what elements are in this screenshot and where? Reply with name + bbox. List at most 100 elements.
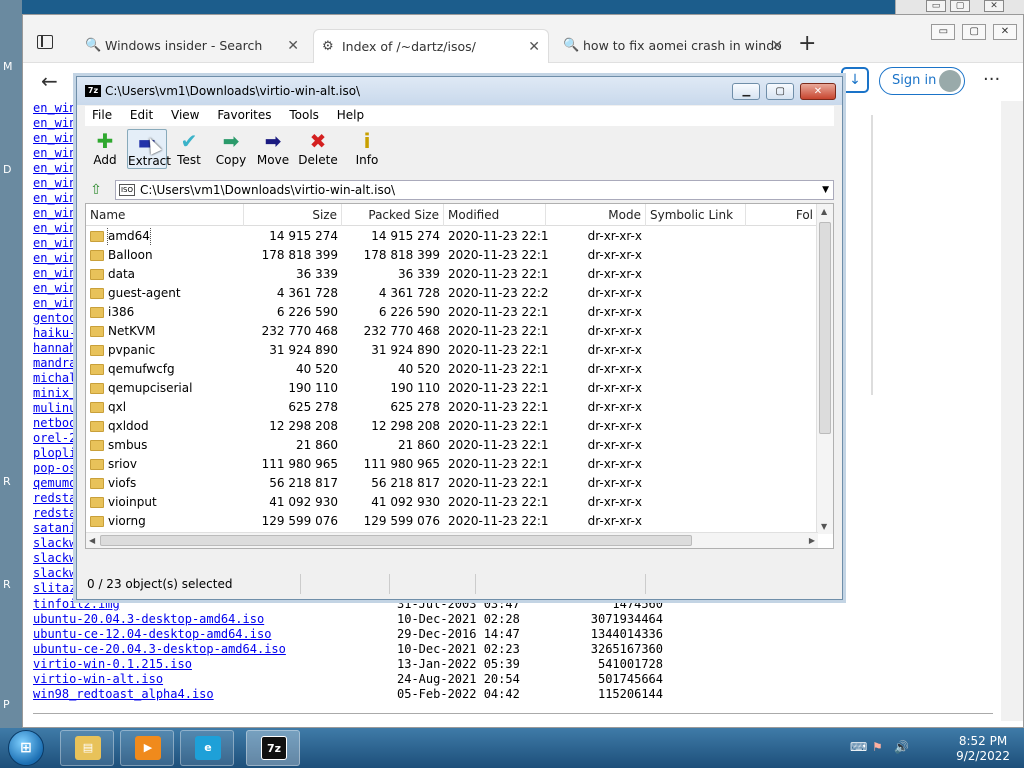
directory-link[interactable]: en_win <box>33 206 77 221</box>
downloads-icon[interactable]: ↓ <box>841 67 869 93</box>
tab-close-icon[interactable]: ✕ <box>287 29 299 63</box>
maximize-button[interactable]: ▢ <box>962 24 987 40</box>
file-row[interactable]: qemupciserial 190 110 190 110 2020-11-23 22… <box>86 379 818 398</box>
directory-link[interactable]: en_win <box>33 266 77 281</box>
minimize-button[interactable]: ▭ <box>931 24 956 40</box>
directory-link[interactable]: ubuntu-ce-20.04.3-desktop-amd64.iso <box>33 642 286 656</box>
directory-link[interactable]: qemumo <box>33 476 77 491</box>
file-row[interactable]: qxldod 12 298 208 12 298 208 2020-11-23 22:… <box>86 417 818 436</box>
minimize-button[interactable]: ▁ <box>732 83 761 100</box>
file-row[interactable]: qxl 625 278 625 278 2020-11-23 22:17 dr-xr-x… <box>86 398 818 417</box>
tab-close-icon[interactable]: ✕ <box>771 29 783 63</box>
directory-link[interactable]: en_win <box>33 161 77 176</box>
start-button[interactable]: ⊞ <box>8 730 44 766</box>
scroll-thumb[interactable] <box>819 222 831 434</box>
toolbar-test-button[interactable]: ✔ Test <box>169 129 209 167</box>
ghost-close-button[interactable]: ✕ <box>984 0 1004 12</box>
column-packed-size[interactable]: Packed Size <box>342 204 444 226</box>
column-symbolic-link[interactable]: Symbolic Link <box>646 204 746 226</box>
file-list-vertical-scrollbar[interactable]: ▲ ▼ <box>816 204 833 534</box>
taskbar-app-media-player[interactable]: ▶ <box>120 730 174 766</box>
column-name[interactable]: Name <box>86 204 244 226</box>
file-row[interactable]: pvpanic 31 924 890 31 924 890 2020-11-23 22… <box>86 341 818 360</box>
directory-link[interactable]: en_win <box>33 296 77 311</box>
file-row[interactable]: guest-agent 4 361 728 4 361 728 2020-11-23 … <box>86 284 818 303</box>
tab-aomei-crash-search[interactable]: 🔍 how to fix aomei crash in windo ✕ <box>555 29 791 63</box>
directory-link[interactable]: en_win <box>33 176 77 191</box>
scroll-thumb[interactable] <box>100 535 692 546</box>
action-center-flag-icon[interactable]: ⚑ <box>872 740 883 754</box>
column-size[interactable]: Size <box>244 204 342 226</box>
column-mode[interactable]: Mode <box>546 204 646 226</box>
tab-index-of-isos[interactable]: ⚙ Index of /~dartz/isos/ ✕ <box>313 29 549 63</box>
directory-link[interactable]: virtio-win-0.1.215.iso <box>33 657 192 671</box>
scroll-right-icon[interactable]: ▶ <box>809 536 815 545</box>
directory-link[interactable]: haiku- <box>33 326 77 341</box>
file-row[interactable]: qemufwcfg 40 520 40 520 2020-11-23 22:17 dr-… <box>86 360 818 379</box>
file-row[interactable]: smbus 21 860 21 860 2020-11-23 22:17 dr-xr-x… <box>86 436 818 455</box>
file-row[interactable]: amd64 14 915 274 14 915 274 2020-11-23 22:1… <box>86 227 818 246</box>
directory-link[interactable]: slackw <box>33 536 77 551</box>
tab-close-icon[interactable]: ✕ <box>528 30 540 63</box>
column-modified[interactable]: Modified <box>444 204 546 226</box>
directory-link[interactable]: en_win <box>33 146 77 161</box>
file-list-horizontal-scrollbar[interactable]: ◀ ▶ <box>86 532 818 548</box>
up-folder-icon[interactable]: ⇧ <box>87 181 105 199</box>
directory-link[interactable]: en_win <box>33 236 77 251</box>
directory-link[interactable]: en_win <box>33 116 77 131</box>
file-row[interactable]: vioinput 41 092 930 41 092 930 2020-11-23 2… <box>86 493 818 512</box>
directory-link[interactable]: gentoo <box>33 311 77 326</box>
directory-link[interactable]: redsta <box>33 506 77 521</box>
menu-view[interactable]: View <box>164 106 206 124</box>
scroll-left-icon[interactable]: ◀ <box>89 536 95 545</box>
maximize-button[interactable]: ▢ <box>766 83 795 100</box>
directory-link[interactable]: virtio-win-alt.iso <box>33 672 163 686</box>
file-row[interactable]: Balloon 178 818 399 178 818 399 2020-11-23 … <box>86 246 818 265</box>
taskbar-app-7-zip[interactable]: 7z <box>246 730 300 766</box>
directory-link[interactable]: orel-2 <box>33 431 77 446</box>
menu-tools[interactable]: Tools <box>282 106 326 124</box>
clock[interactable]: 8:52 PM 9/2/2022 <box>956 734 1010 764</box>
directory-link[interactable]: ubuntu-ce-12.04-desktop-amd64.iso <box>33 627 271 641</box>
back-button[interactable]: ← <box>41 69 58 93</box>
directory-link[interactable]: slackw <box>33 551 77 566</box>
close-button[interactable]: ✕ <box>993 24 1017 40</box>
toolbar-info-button[interactable]: i Info <box>347 129 387 167</box>
toolbar-delete-button[interactable]: ✖ Delete <box>295 129 341 167</box>
menu-file[interactable]: File <box>85 106 119 124</box>
keyboard-icon[interactable]: ⌨ <box>850 740 867 754</box>
new-tab-button[interactable]: + <box>798 33 816 55</box>
directory-link[interactable]: en_win <box>33 251 77 266</box>
file-row[interactable]: data 36 339 36 339 2020-11-23 22:17 dr-xr-xr… <box>86 265 818 284</box>
directory-link[interactable]: redsta <box>33 491 77 506</box>
directory-link[interactable]: satani <box>33 521 77 536</box>
file-row[interactable]: i386 6 226 590 6 226 590 2020-11-23 22:17 dr… <box>86 303 818 322</box>
directory-link[interactable]: hannah <box>33 341 77 356</box>
toolbar-add-button[interactable]: ✚ Add <box>85 129 125 167</box>
sign-in-button[interactable]: Sign in <box>879 67 965 95</box>
directory-link[interactable]: slitaz <box>33 581 77 596</box>
toolbar-copy-button[interactable]: ➡ Copy <box>211 129 251 167</box>
taskbar-app-explorer[interactable]: ▤ <box>60 730 114 766</box>
directory-link[interactable]: slackw <box>33 566 77 581</box>
directory-link[interactable]: en_win <box>33 281 77 296</box>
tab-windows-insider-search[interactable]: 🔍 Windows insider - Search ✕ <box>77 29 307 63</box>
directory-link[interactable]: michal <box>33 371 77 386</box>
directory-link[interactable]: netboo <box>33 416 77 431</box>
volume-icon[interactable]: 🔊 <box>894 740 909 754</box>
taskbar-app-edge[interactable]: e <box>180 730 234 766</box>
settings-more-button[interactable]: ··· <box>983 69 1000 90</box>
directory-link[interactable]: pop-os <box>33 461 77 476</box>
scroll-up-icon[interactable]: ▲ <box>821 207 827 216</box>
menu-help[interactable]: Help <box>330 106 371 124</box>
file-row[interactable]: NetKVM 232 770 468 232 770 468 2020-11-23 2… <box>86 322 818 341</box>
close-button[interactable]: ✕ <box>800 83 836 100</box>
ghost-minimize-button[interactable]: ▭ <box>926 0 946 12</box>
file-row[interactable]: viorng 129 599 076 129 599 076 2020-11-23 2… <box>86 512 818 531</box>
directory-link[interactable]: win98_redtoast_alpha4.iso <box>33 687 214 701</box>
tab-actions-icon[interactable] <box>37 35 53 49</box>
scroll-down-icon[interactable]: ▼ <box>821 522 827 531</box>
directory-link[interactable]: minix_ <box>33 386 77 401</box>
directory-link[interactable]: ploplin <box>33 446 77 461</box>
directory-link[interactable]: en_win <box>33 191 77 206</box>
